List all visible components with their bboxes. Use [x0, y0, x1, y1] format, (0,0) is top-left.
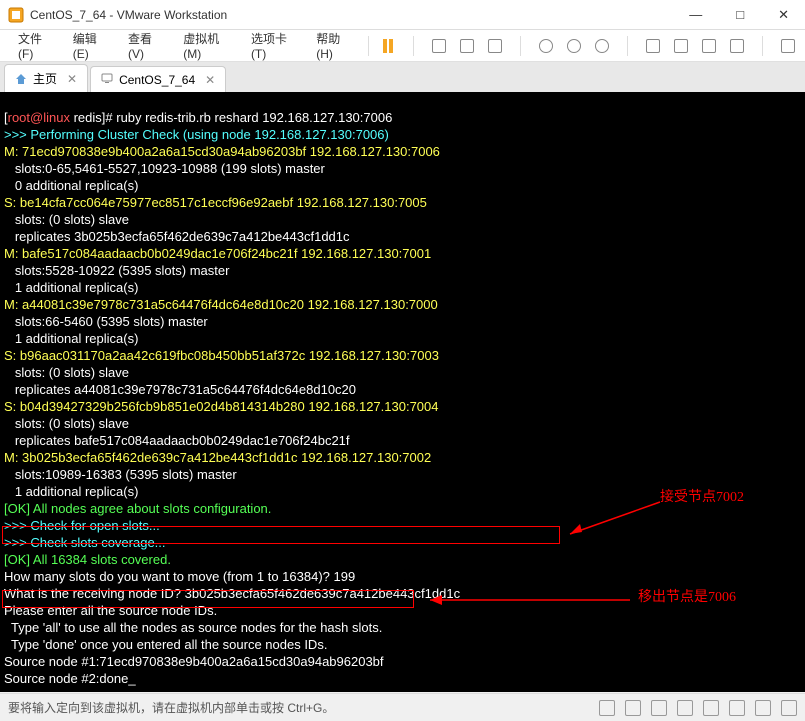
snapshot-icon[interactable]: [537, 37, 555, 55]
close-button[interactable]: ✕: [770, 3, 797, 27]
status-device-icon-7[interactable]: [755, 700, 771, 716]
term-line-10: M: a44081c39e7978c731a5c64476f4dc64e8d10…: [4, 297, 438, 312]
tab-home[interactable]: 主页 ✕: [4, 64, 88, 92]
minimize-button[interactable]: —: [681, 3, 710, 27]
pause-icon[interactable]: [379, 37, 397, 55]
vmware-app-icon: [8, 7, 24, 23]
menu-vm[interactable]: 虚拟机(M): [173, 26, 241, 65]
status-device-icon-1[interactable]: [599, 700, 615, 716]
prompt-user: root@linux: [8, 110, 70, 125]
status-device-icon-5[interactable]: [703, 700, 719, 716]
menu-tabs[interactable]: 选项卡(T): [241, 26, 306, 65]
term-line-18: replicates bafe517c084aadaacb0b0249dac1e…: [4, 433, 350, 448]
term-line-5: slots: (0 slots) slave: [4, 212, 129, 227]
snapshot-revert-icon[interactable]: [593, 37, 611, 55]
menu-edit[interactable]: 编辑(E): [63, 26, 118, 65]
term-line-31: Source node #1:71ecd970838e9b400a2a6a15c…: [4, 654, 384, 669]
menu-view[interactable]: 查看(V): [118, 26, 173, 65]
statusbar: 要将输入定向到该虚拟机，请在虚拟机内部单击或按 Ctrl+G。: [0, 693, 805, 721]
toolbar-divider-3: [627, 36, 628, 56]
tabbar: 主页 ✕ CentOS_7_64 ✕: [0, 62, 805, 92]
arrow-receive: [560, 492, 670, 542]
status-text: 要将输入定向到该虚拟机，请在虚拟机内部单击或按 Ctrl+G。: [8, 699, 599, 716]
view-icon-4[interactable]: [728, 37, 746, 55]
vm-tab-icon: [101, 72, 113, 87]
term-line-16: S: b04d39427329b256fcb9b851e02d4b814314b…: [4, 399, 438, 414]
terminal-command: ruby redis-trib.rb reshard 192.168.127.1…: [116, 110, 392, 125]
term-line-9: 1 additional replica(s): [4, 280, 138, 295]
view-icon-2[interactable]: [672, 37, 690, 55]
term-line-19: M: 3b025b3ecfa65f462de639c7a412be443cf1d…: [4, 450, 431, 465]
term-line-11: slots:66-5460 (5395 slots) master: [4, 314, 208, 329]
menu-help[interactable]: 帮助(H): [306, 26, 362, 65]
view-icon-1[interactable]: [644, 37, 662, 55]
status-device-icon-4[interactable]: [677, 700, 693, 716]
tab-vm-label: CentOS_7_64: [119, 73, 195, 87]
term-line-25: [OK] All 16384 slots covered.: [4, 552, 171, 567]
toolbar-divider-4: [762, 36, 763, 56]
term-line-1: M: 71ecd970838e9b400a2a6a15cd30a94ab9620…: [4, 144, 440, 159]
window-title: CentOS_7_64 - VMware Workstation: [30, 8, 681, 22]
device-icon-1[interactable]: [430, 37, 448, 55]
term-line-13: S: b96aac031170a2aa42c619fbc08b450bb51af…: [4, 348, 439, 363]
device-icon-3[interactable]: [486, 37, 504, 55]
status-device-icon-3[interactable]: [651, 700, 667, 716]
tab-vm-close-icon[interactable]: ✕: [205, 73, 215, 87]
term-line-23: >>> Check for open slots...: [4, 518, 160, 533]
menu-divider: [368, 36, 369, 56]
term-line-29: Type 'all' to use all the nodes as sourc…: [4, 620, 382, 635]
menubar: 文件(F) 编辑(E) 查看(V) 虚拟机(M) 选项卡(T) 帮助(H): [0, 30, 805, 62]
status-device-icon-6[interactable]: [729, 700, 745, 716]
home-icon: [15, 73, 27, 85]
prompt-path: redis: [74, 110, 102, 125]
term-line-15: replicates a44081c39e7978c731a5c64476f4d…: [4, 382, 356, 397]
term-line-30: Type 'done' once you entered all the sou…: [4, 637, 327, 652]
toolbar: [379, 36, 797, 56]
term-line-6: replicates 3b025b3ecfa65f462de639c7a412b…: [4, 229, 350, 244]
term-line-26: How many slots do you want to move (from…: [4, 569, 355, 584]
term-line-14: slots: (0 slots) slave: [4, 365, 129, 380]
term-line-21: 1 additional replica(s): [4, 484, 138, 499]
annotation-receive-node: 接受节点7002: [660, 490, 744, 506]
term-line-28: Please enter all the source node IDs.: [4, 603, 217, 618]
tab-home-label: 主页: [33, 70, 57, 87]
tab-vm[interactable]: CentOS_7_64 ✕: [90, 66, 226, 92]
menu-file[interactable]: 文件(F): [8, 26, 63, 65]
snapshot-manage-icon[interactable]: [565, 37, 583, 55]
toolbar-divider: [413, 36, 414, 56]
term-line-8: slots:5528-10922 (5395 slots) master: [4, 263, 229, 278]
tab-home-close-icon[interactable]: ✕: [67, 72, 77, 86]
toolbar-divider-2: [520, 36, 521, 56]
term-line-12: 1 additional replica(s): [4, 331, 138, 346]
fullscreen-icon[interactable]: [779, 37, 797, 55]
device-icon-2[interactable]: [458, 37, 476, 55]
term-line-4: S: be14cfa7cc064e75977ec8517c1eccf96e92a…: [4, 195, 427, 210]
term-line-27: What is the receiving node ID? 3b025b3ec…: [4, 586, 460, 601]
term-line-0: >>> Performing Cluster Check (using node…: [4, 127, 389, 142]
term-line-17: slots: (0 slots) slave: [4, 416, 129, 431]
term-line-32: Source node #2:done_: [4, 671, 136, 686]
status-device-icon-8[interactable]: [781, 700, 797, 716]
term-line-24: >>> Check slots coverage...: [4, 535, 166, 550]
terminal[interactable]: [root@linux redis]# ruby redis-trib.rb r…: [0, 92, 805, 692]
term-line-22: [OK] All nodes agree about slots configu…: [4, 501, 271, 516]
term-line-7: M: bafe517c084aadaacb0b0249dac1e706f24bc…: [4, 246, 431, 261]
window-controls: — □ ✕: [681, 3, 797, 27]
annotation-remove-node: 移出节点是7006: [638, 590, 736, 606]
term-line-2: slots:0-65,5461-5527,10923-10988 (199 sl…: [4, 161, 325, 176]
status-icons: [599, 700, 797, 716]
term-line-3: 0 additional replica(s): [4, 178, 138, 193]
status-device-icon-2[interactable]: [625, 700, 641, 716]
view-icon-3[interactable]: [700, 37, 718, 55]
maximize-button[interactable]: □: [728, 3, 752, 27]
term-line-20: slots:10989-16383 (5395 slots) master: [4, 467, 237, 482]
